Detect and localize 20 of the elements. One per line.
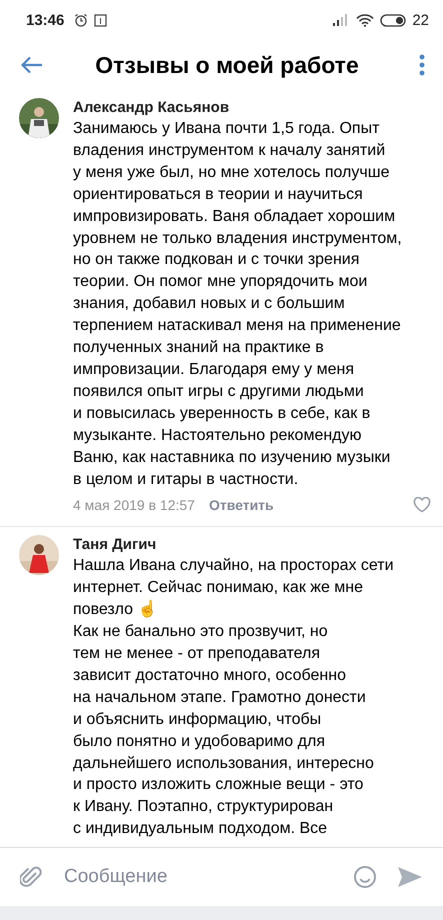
paperclip-icon[interactable] xyxy=(20,865,42,889)
comment-text: Нашла Ивана случайно, на просторах сети интернет. Сейчас понимаю, как же мне повезло ☝ xyxy=(73,556,395,620)
author-name[interactable]: Таня Дигич xyxy=(73,535,431,556)
back-arrow-icon[interactable] xyxy=(21,56,43,74)
status-time: 13:46 xyxy=(26,12,64,28)
alarm-clock-icon xyxy=(74,13,88,27)
message-input[interactable]: Сообщение xyxy=(62,865,333,889)
emoji-smile-icon[interactable] xyxy=(353,865,377,889)
more-menu-icon[interactable] xyxy=(419,54,425,76)
wifi-icon xyxy=(356,14,374,26)
comment-text: Занимаюсь у Ивана почти 1,5 года. Опыт владения инструментом к началу занятий у меня уже был, но мне хотелось получше ориентироваться в теории и научиться импровизировать. Ваня обладает хорошим уровнем не только владения инструментом, но он также подкован и с точки зрения теории. Он помог мне упорядочить мои знания, добавил новых и с большим терпением натаскивал меня на применение полученных знаний на практике в импровизации. Благодаря ему у меня появился опыт игры с другими людьми и повысилась уверенность в себе, как в музыканте. Настоятельно рекомендую Ваню, как наставника по изучению музыки в целом и гитары в частности. xyxy=(73,119,403,490)
like-heart-icon[interactable] xyxy=(413,497,431,514)
page-title: Отзывы о моей работе xyxy=(94,52,360,78)
calendar-icon xyxy=(94,14,108,26)
comment-text: Как не банально это прозвучит, но тем не менее - от преподавателя зависит достаточно много, особенно на начальном этапе. Грамотно донести и объяснить информацию, чтобы было понятно и удобоваримо для дальнейшего использования, интересно и просто изложить сложные вещи - это к Ивану. Поэтапно, структурирован с индивидуальным подходом. Все xyxy=(73,622,375,840)
send-icon[interactable] xyxy=(397,866,423,888)
author-name[interactable]: Александр Касьянов xyxy=(73,98,431,118)
battery-icon xyxy=(380,14,406,26)
comment-date: 4 мая 2019 в 12:57 xyxy=(73,497,195,514)
battery-level: 22 xyxy=(412,12,429,28)
